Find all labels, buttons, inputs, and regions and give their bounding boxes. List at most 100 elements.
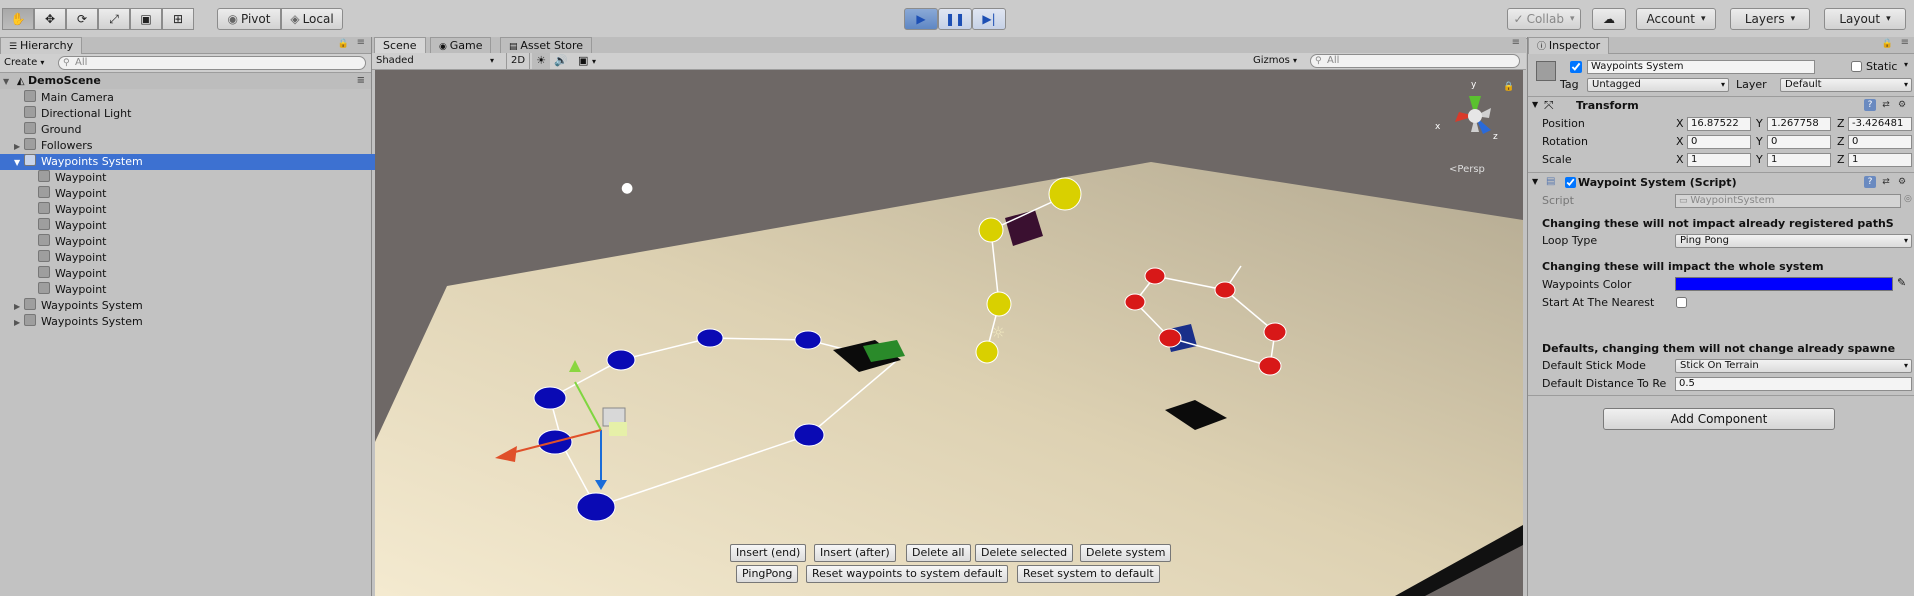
tag-dropdown[interactable]: Untagged (1587, 78, 1729, 92)
toggle-2d-button[interactable]: 2D (506, 53, 530, 69)
account-dropdown[interactable]: Account (1636, 8, 1716, 30)
reset-system-button[interactable]: Reset system to default (1017, 565, 1160, 583)
lighting-toggle[interactable]: ☀ (532, 53, 550, 69)
pause-button[interactable]: ❚❚ (938, 8, 972, 30)
object-picker-icon[interactable]: ◎ (1904, 194, 1912, 204)
hierarchy-item[interactable]: Directional Light (0, 106, 385, 122)
reset-waypoints-button[interactable]: Reset waypoints to system default (806, 565, 1009, 583)
panel-menu-icon[interactable]: ≡ (1512, 37, 1520, 48)
hierarchy-item[interactable]: ▶ Waypoints System (0, 314, 385, 330)
tab-hierarchy[interactable]: ☰ Hierarchy (0, 37, 83, 54)
preset-icon[interactable]: ⇄ (1880, 99, 1892, 111)
expand-arrow-icon[interactable]: ▶ (14, 299, 24, 315)
hierarchy-item[interactable]: Waypoint (0, 186, 409, 202)
hierarchy-item[interactable]: Main Camera (0, 90, 385, 106)
object-name-field[interactable]: Waypoints System (1587, 60, 1815, 74)
add-component-button[interactable]: Add Component (1603, 408, 1835, 430)
layers-dropdown[interactable]: Layers (1730, 8, 1810, 30)
waypoints-color-swatch[interactable] (1675, 277, 1893, 291)
hierarchy-search-input[interactable]: ⚲ All (58, 56, 366, 70)
move-tool-icon[interactable]: ✥ (34, 8, 66, 30)
collapse-arrow-icon[interactable]: ▼ (1532, 177, 1538, 186)
step-button[interactable]: ▶| (972, 8, 1006, 30)
layer-dropdown[interactable]: Default (1780, 78, 1912, 92)
rotation-z-field[interactable]: 0 (1848, 135, 1912, 149)
eyedropper-icon[interactable]: ✎ (1897, 276, 1906, 289)
perspective-label[interactable]: <Persp (1449, 164, 1485, 175)
preset-icon[interactable]: ⇄ (1880, 176, 1892, 188)
hierarchy-item[interactable]: Ground (0, 122, 385, 138)
hierarchy-item[interactable]: Waypoint (0, 266, 409, 282)
tab-scene[interactable]: Scene (374, 37, 426, 54)
rotation-y-field[interactable]: 0 (1767, 135, 1831, 149)
cloud-button[interactable]: ☁ (1592, 8, 1626, 30)
transform-tool-icon[interactable]: ⊞ (162, 8, 194, 30)
create-dropdown[interactable]: Create ▾ (2, 56, 46, 70)
scale-x-field[interactable]: 1 (1687, 153, 1751, 167)
component-enabled-checkbox[interactable] (1565, 177, 1576, 188)
scene-menu-icon[interactable]: ≡ (357, 73, 365, 89)
distance-field[interactable]: 0.5 (1675, 377, 1912, 391)
scene-search-input[interactable]: ⚲ All (1310, 54, 1520, 68)
scale-z-field[interactable]: 1 (1848, 153, 1912, 167)
settings-gear-icon[interactable]: ⚙ (1896, 99, 1908, 111)
settings-gear-icon[interactable]: ⚙ (1896, 176, 1908, 188)
lock-icon[interactable]: 🔒 (1882, 39, 1893, 49)
gizmo-lock-icon[interactable]: 🔒 (1503, 82, 1514, 92)
insert-after-button[interactable]: Insert (after) (814, 544, 896, 562)
hierarchy-item[interactable]: Waypoint (0, 218, 409, 234)
hierarchy-item[interactable]: Waypoint (0, 234, 409, 250)
audio-toggle[interactable]: 🔊 (552, 53, 570, 69)
local-toggle[interactable]: ◈ Local (281, 8, 343, 30)
rotation-x-field[interactable]: 0 (1687, 135, 1751, 149)
gizmos-dropdown[interactable]: Gizmos ▾ (1253, 54, 1301, 68)
tab-inspector[interactable]: ⓘ Inspector (1528, 37, 1610, 54)
lock-icon[interactable]: 🔒 (338, 39, 349, 49)
static-checkbox[interactable] (1851, 61, 1862, 72)
rotate-tool-icon[interactable]: ⟳ (66, 8, 98, 30)
delete-system-button[interactable]: Delete system (1080, 544, 1172, 562)
scene-root-row[interactable]: ▼ ◭ DemoScene ≡ (0, 73, 371, 89)
static-dropdown-icon[interactable]: ▾ (1904, 60, 1908, 69)
panel-menu-icon[interactable]: ≡ (1901, 37, 1909, 48)
help-icon[interactable]: ? (1864, 99, 1876, 111)
scale-tool-icon[interactable]: ⤢ (98, 8, 130, 30)
hierarchy-item[interactable]: Waypoint (0, 202, 409, 218)
hierarchy-item[interactable]: ▶ Followers (0, 138, 385, 154)
scene-view[interactable]: ● ☼ y x z 🔒 <Persp Insert (end) Insert (… (375, 70, 1523, 596)
play-button[interactable]: ▶ (904, 8, 938, 30)
hierarchy-item[interactable]: Waypoint (0, 170, 409, 186)
tab-asset-store[interactable]: ▤ Asset Store (500, 37, 593, 54)
position-z-field[interactable]: -3.426481 (1848, 117, 1912, 131)
loop-type-dropdown[interactable]: Ping Pong (1675, 234, 1912, 248)
active-checkbox[interactable] (1570, 61, 1582, 73)
expand-arrow-icon[interactable]: ▶ (14, 315, 24, 331)
expand-arrow-icon[interactable]: ▶ (14, 139, 24, 155)
rect-tool-icon[interactable]: ▣ (130, 8, 162, 30)
hand-tool-icon[interactable]: ✋ (2, 8, 34, 30)
hierarchy-item[interactable]: ▶ Waypoints System (0, 298, 385, 314)
position-x-field[interactable]: 16.87522 (1687, 117, 1751, 131)
collapse-arrow-icon[interactable]: ▼ (14, 155, 24, 171)
expand-arrow-icon[interactable]: ▼ (3, 74, 13, 90)
shading-mode-dropdown[interactable]: Shaded ▾ (376, 54, 494, 68)
stick-mode-dropdown[interactable]: Stick On Terrain (1675, 359, 1912, 373)
scale-y-field[interactable]: 1 (1767, 153, 1831, 167)
hierarchy-item[interactable]: Waypoint (0, 250, 409, 266)
delete-selected-button[interactable]: Delete selected (975, 544, 1074, 562)
collapse-arrow-icon[interactable]: ▼ (1532, 100, 1538, 109)
delete-all-button[interactable]: Delete all (906, 544, 971, 562)
layout-dropdown[interactable]: Layout (1824, 8, 1906, 30)
help-icon[interactable]: ? (1864, 176, 1876, 188)
panel-menu-icon[interactable]: ≡ (357, 37, 365, 48)
hierarchy-item[interactable]: Waypoint (0, 282, 409, 298)
effects-dropdown[interactable]: ▣ ▾ (572, 53, 602, 69)
pingpong-button[interactable]: PingPong (736, 565, 799, 583)
pivot-toggle[interactable]: ◉ Pivot (217, 8, 281, 30)
hierarchy-item-selected[interactable]: ▼ Waypoints System (0, 154, 385, 170)
tab-game[interactable]: ◉ Game (430, 37, 492, 54)
start-at-nearest-checkbox[interactable] (1676, 297, 1687, 308)
insert-end-button[interactable]: Insert (end) (730, 544, 807, 562)
position-y-field[interactable]: 1.267758 (1767, 117, 1831, 131)
collab-dropdown[interactable]: ✓ Collab (1507, 8, 1581, 30)
